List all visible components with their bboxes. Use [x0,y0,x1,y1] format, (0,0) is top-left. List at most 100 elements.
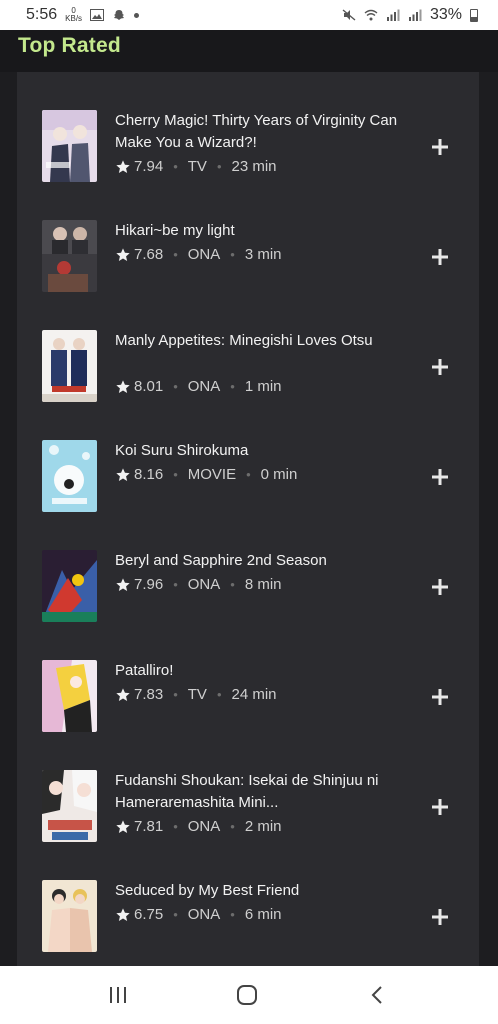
plus-icon [432,359,448,375]
meta-separator: • [216,687,222,702]
star-icon [116,467,130,481]
top-rated-list: Cherry Magic! Thirty Years of Virginity … [17,72,479,966]
anime-list-item[interactable]: Seduced by My Best Friend 6.75 • ONA • 6… [17,880,479,980]
poster-art [42,880,97,952]
back-icon [371,986,382,1004]
add-button[interactable] [427,794,453,820]
plus-icon [432,689,448,705]
add-button[interactable] [427,244,453,270]
anime-rating: 7.94 [134,158,164,175]
anime-title[interactable]: Koi Suru Shirokuma [115,440,405,462]
anime-type: ONA [187,378,221,395]
anime-duration: 3 min [244,246,282,263]
anime-title[interactable]: Beryl and Sapphire 2nd Season [115,550,405,572]
anime-rating: 7.68 [134,246,164,263]
anime-meta: 7.83 • TV • 24 min [115,686,277,703]
meta-separator: • [230,379,235,394]
poster-art [42,220,97,292]
meta-separator: • [173,577,178,592]
anime-poster[interactable] [42,110,97,182]
network-speed-unit: KB/s [65,14,83,23]
recent-apps-button[interactable] [106,983,130,1007]
anime-rating: 8.01 [134,378,164,395]
star-icon [116,819,130,833]
anime-title[interactable]: Manly Appetites: Minegishi Loves Otsu [115,330,405,352]
add-button[interactable] [427,684,453,710]
anime-title[interactable]: Seduced by My Best Friend [115,880,405,902]
anime-rating: 8.16 [134,466,164,483]
plus-icon [432,909,448,925]
meta-separator: • [173,687,178,702]
gallery-icon [90,9,105,21]
meta-separator: • [230,577,235,592]
poster-art [42,550,97,622]
add-button[interactable] [427,464,453,490]
star-icon [116,577,130,591]
star-icon [116,687,130,701]
back-button[interactable] [366,983,390,1007]
plus-icon [432,579,448,595]
anime-list-item[interactable]: Fudanshi Shoukan: Isekai de Shinjuu ni H… [17,770,479,870]
anime-type: ONA [187,246,221,263]
add-button[interactable] [427,904,453,930]
signal-2-icon [408,9,422,21]
anime-poster[interactable] [42,770,97,842]
notification-dot-icon [134,12,140,18]
star-icon [116,379,130,393]
snapchat-icon [114,10,125,20]
anime-poster[interactable] [42,220,97,292]
anime-list-item[interactable]: Cherry Magic! Thirty Years of Virginity … [17,110,479,210]
anime-poster[interactable] [42,330,97,402]
star-icon [116,159,130,173]
meta-separator: • [230,907,235,922]
meta-separator: • [173,467,178,482]
anime-list-item[interactable]: Hikari~be my light 7.68 • ONA • 3 min [17,220,479,320]
home-icon [237,985,257,1005]
anime-rating: 7.83 [134,686,164,703]
anime-list-item[interactable]: Beryl and Sapphire 2nd Season 7.96 • ONA… [17,550,479,650]
meta-separator: • [173,379,178,394]
plus-icon [432,469,448,485]
anime-rating: 6.75 [134,906,164,923]
anime-list-item[interactable]: Koi Suru Shirokuma 8.16 • MOVIE • 0 min [17,440,479,540]
anime-list-item[interactable]: Patalliro! 7.83 • TV • 24 min [17,660,479,760]
wifi-icon [364,9,378,21]
poster-art [42,330,97,402]
meta-separator: • [173,159,178,174]
anime-list-item[interactable]: Manly Appetites: Minegishi Loves Otsu 8.… [17,330,479,430]
anime-duration: 23 min [231,158,277,175]
anime-poster[interactable] [42,440,97,512]
meta-separator: • [230,819,235,834]
star-icon [116,247,130,261]
battery-percent: 33% [429,6,462,23]
anime-title[interactable]: Hikari~be my light [115,220,405,242]
add-button[interactable] [427,354,453,380]
meta-separator: • [246,467,251,482]
anime-title[interactable]: Patalliro! [115,660,405,682]
anime-duration: 6 min [244,906,282,923]
poster-art [42,660,97,732]
recent-apps-icon [110,987,126,1003]
battery-icon [470,8,478,22]
add-button[interactable] [427,574,453,600]
anime-poster[interactable] [42,660,97,732]
plus-icon [432,139,448,155]
anime-meta: 7.68 • ONA • 3 min [115,246,282,263]
anime-meta: 7.96 • ONA • 8 min [115,576,282,593]
anime-poster[interactable] [42,880,97,952]
add-button[interactable] [427,134,453,160]
star-icon [116,907,130,921]
plus-icon [432,799,448,815]
anime-type: TV [187,686,207,703]
plus-icon [432,249,448,265]
meta-separator: • [230,247,235,262]
anime-duration: 8 min [244,576,282,593]
anime-type: TV [187,158,207,175]
anime-title[interactable]: Cherry Magic! Thirty Years of Virginity … [115,110,405,154]
section-title: Top Rated [18,34,121,57]
anime-duration: 1 min [244,378,282,395]
anime-poster[interactable] [42,550,97,622]
anime-title[interactable]: Fudanshi Shoukan: Isekai de Shinjuu ni H… [115,770,405,814]
anime-rating: 7.96 [134,576,164,593]
home-button[interactable] [235,983,259,1007]
